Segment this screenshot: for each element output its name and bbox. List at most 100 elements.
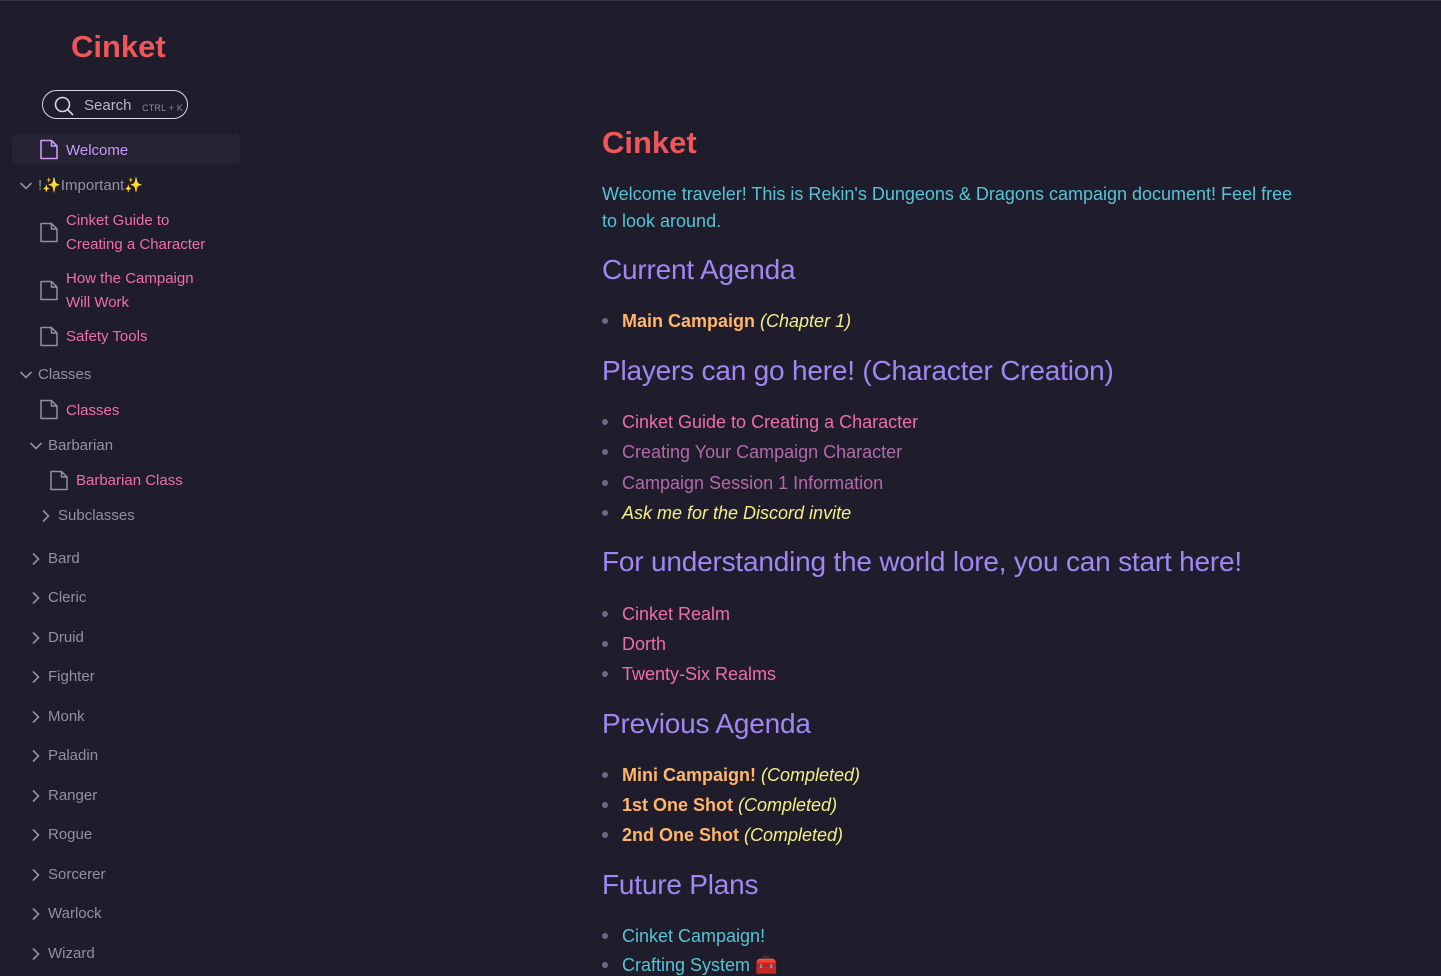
chevron-down-icon[interactable]: [29, 439, 43, 458]
document-icon: [39, 326, 59, 352]
list-item[interactable]: Campaign Session 1 Information: [602, 472, 883, 494]
sidebar-group-wizard[interactable]: Wizard: [48, 944, 95, 964]
chevron-down-icon[interactable]: [19, 179, 33, 198]
chevron-right-icon[interactable]: [29, 828, 43, 847]
list-item: Ask me for the Discord invite: [602, 502, 852, 524]
chevron-right-icon[interactable]: [29, 552, 43, 571]
sidebar-item-campaign-line2[interactable]: Will Work: [66, 291, 129, 315]
sidebar-group-ranger[interactable]: Ranger: [48, 786, 97, 806]
sidebar-group-druid[interactable]: Druid: [48, 628, 84, 648]
item-note: (Completed): [761, 765, 861, 785]
bullet: [602, 419, 608, 425]
sidebar-group-bard[interactable]: Bard: [48, 549, 80, 569]
sidebar-group-barbarian[interactable]: Barbarian: [48, 436, 113, 456]
list-item[interactable]: Crafting System 🧰: [602, 954, 778, 976]
item-title[interactable]: Mini Campaign!: [622, 765, 756, 785]
chevron-right-icon[interactable]: [29, 789, 43, 808]
item-title[interactable]: 2nd One Shot: [622, 825, 739, 845]
list-item[interactable]: 2nd One Shot (Completed): [602, 824, 844, 846]
document-icon: [39, 280, 59, 306]
sidebar-item-barbarian-class[interactable]: Barbarian Class: [76, 469, 183, 493]
sidebar-group-fighter[interactable]: Fighter: [48, 667, 95, 687]
search-box[interactable]: Search CTRL + K: [42, 90, 188, 119]
heading-current-agenda: Current Agenda: [602, 254, 796, 285]
item-title[interactable]: Main Campaign: [622, 311, 755, 331]
document-icon: [39, 139, 59, 165]
sidebar-item-campaign-line1[interactable]: How the Campaign: [66, 267, 194, 291]
sidebar-item-classes-doc[interactable]: Classes: [66, 399, 119, 423]
link-twenty-six-realms[interactable]: Twenty-Six Realms: [622, 664, 776, 684]
bullet: [602, 933, 608, 939]
link-guide[interactable]: Cinket Guide to Creating a Character: [622, 412, 918, 432]
list-item[interactable]: Twenty-Six Realms: [602, 663, 776, 685]
sidebar-item-guide-line1[interactable]: Cinket Guide to: [66, 209, 169, 233]
document-icon: [39, 399, 59, 425]
bullet: [602, 318, 608, 324]
bullet: [602, 832, 608, 838]
heading-future-plans: Future Plans: [602, 869, 759, 900]
chevron-right-icon[interactable]: [29, 631, 43, 650]
link-crafting-system[interactable]: Crafting System: [622, 955, 750, 975]
sidebar-item-safety-tools[interactable]: Safety Tools: [66, 325, 147, 349]
sidebar: Cinket Search CTRL + K Welcome !✨Importa…: [0, 1, 250, 967]
bullet: [602, 480, 608, 486]
list-item[interactable]: Dorth: [602, 633, 666, 655]
heading-players: Players can go here! (Character Creation…: [602, 355, 1114, 386]
sidebar-group-rogue[interactable]: Rogue: [48, 825, 92, 845]
list-item[interactable]: Cinket Guide to Creating a Character: [602, 411, 918, 433]
bullet: [602, 772, 608, 778]
list-item[interactable]: Mini Campaign! (Completed): [602, 764, 861, 786]
heading-previous-agenda: Previous Agenda: [602, 708, 811, 739]
sidebar-group-subclasses[interactable]: Subclasses: [58, 506, 135, 526]
sidebar-group-important[interactable]: !✨Important✨: [38, 176, 143, 196]
link-cinket-campaign[interactable]: Cinket Campaign!: [622, 926, 765, 946]
sidebar-group-monk[interactable]: Monk: [48, 707, 85, 727]
sidebar-item-welcome-label: Welcome: [66, 142, 129, 159]
sidebar-group-sorcerer[interactable]: Sorcerer: [48, 865, 106, 885]
search-shortcut: CTRL + K: [142, 103, 184, 113]
sidebar-group-warlock[interactable]: Warlock: [48, 904, 102, 924]
bullet: [602, 802, 608, 808]
item-title[interactable]: 1st One Shot: [622, 795, 733, 815]
link-campaign-character[interactable]: Creating Your Campaign Character: [622, 442, 902, 462]
sidebar-group-classes[interactable]: Classes: [38, 365, 91, 385]
page-title: Cinket: [602, 125, 697, 160]
link-cinket-realm[interactable]: Cinket Realm: [622, 604, 730, 624]
sidebar-item-guide-line2[interactable]: Creating a Character: [66, 233, 205, 257]
toolbox-icon: 🧰: [755, 955, 778, 975]
chevron-right-icon[interactable]: [29, 907, 43, 926]
chevron-down-icon[interactable]: [19, 368, 33, 387]
chevron-right-icon[interactable]: [39, 509, 53, 528]
bullet: [602, 641, 608, 647]
list-item[interactable]: Creating Your Campaign Character: [602, 441, 902, 463]
item-note: (Completed): [744, 825, 844, 845]
intro-text: Welcome traveler! This is Rekin's Dungeo…: [602, 184, 1293, 231]
bullet: [602, 449, 608, 455]
discord-note: Ask me for the Discord invite: [622, 503, 852, 523]
chevron-right-icon[interactable]: [29, 947, 43, 966]
heading-lore: For understanding the world lore, you ca…: [602, 546, 1242, 577]
list-item[interactable]: Main Campaign (Chapter 1): [602, 310, 852, 332]
chevron-right-icon[interactable]: [29, 670, 43, 689]
list-item[interactable]: 1st One Shot (Completed): [602, 794, 837, 816]
chevron-right-icon[interactable]: [29, 591, 43, 610]
document-icon: [49, 470, 69, 496]
bullet: [602, 510, 608, 516]
list-item[interactable]: Cinket Campaign!: [602, 925, 765, 947]
chevron-right-icon[interactable]: [29, 868, 43, 887]
sidebar-group-cleric[interactable]: Cleric: [48, 588, 86, 608]
link-session-info[interactable]: Campaign Session 1 Information: [622, 473, 883, 493]
bullet: [602, 962, 608, 968]
bullet: [602, 671, 608, 677]
item-note: (Chapter 1): [760, 311, 852, 331]
search-placeholder: Search: [84, 97, 132, 114]
link-dorth[interactable]: Dorth: [622, 634, 666, 654]
chevron-right-icon[interactable]: [29, 710, 43, 729]
search-icon: [54, 96, 74, 121]
chevron-right-icon[interactable]: [29, 749, 43, 768]
bullet: [602, 611, 608, 617]
sidebar-group-paladin[interactable]: Paladin: [48, 746, 98, 766]
document-icon: [39, 222, 59, 248]
sidebar-brand[interactable]: Cinket: [71, 29, 166, 65]
list-item[interactable]: Cinket Realm: [602, 603, 730, 625]
